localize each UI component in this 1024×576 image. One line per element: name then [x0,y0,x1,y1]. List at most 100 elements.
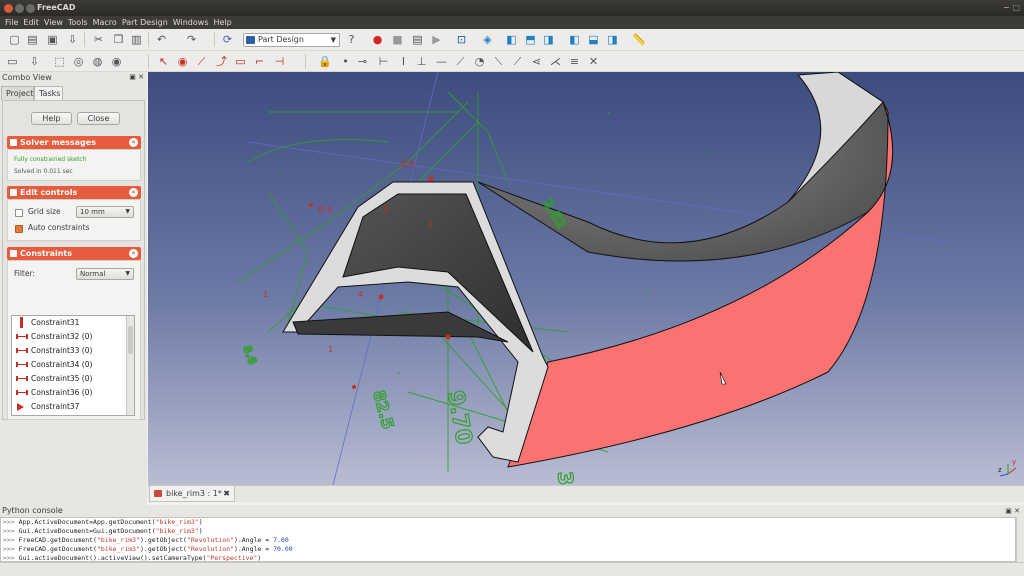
edit-sketch-icon[interactable]: ⇩ [28,55,41,68]
undo-icon[interactable]: ↶ [155,33,168,46]
line-icon[interactable]: ⟋ [195,55,208,68]
filter-dropdown[interactable]: Normal ▼ [76,268,134,280]
list-item[interactable]: Constraint32 (0) [15,330,92,343]
bottom-view-icon[interactable]: ⬓ [587,33,600,46]
constrain-tangent-icon[interactable]: — [435,55,448,68]
grid-size-label: Grid size [28,207,61,216]
list-item[interactable]: Constraint35 (0) [15,372,92,385]
constrain-lock-icon[interactable]: ⊣ [273,55,286,68]
groove-icon[interactable]: ◉ [110,55,123,68]
constrain-symmetric-icon[interactable]: ◔ [473,55,486,68]
constrain-point-icon[interactable]: 🔒 [318,55,332,68]
polyline-icon[interactable]: ⤴ [215,55,228,68]
constrain-perpendicular-icon[interactable]: ⊥ [415,55,428,68]
list-item[interactable]: Constraint36 (0) [15,386,92,399]
console-scrollbar[interactable] [1016,517,1024,562]
menu-windows[interactable]: Windows [173,18,209,27]
close-button[interactable]: Close [77,112,120,125]
tab-project[interactable]: Project [1,86,34,100]
fit-all-icon[interactable]: ⊡ [455,33,468,46]
refresh-icon[interactable]: ⟳ [221,33,234,46]
list-item[interactable]: Constraint33 (0) [15,344,92,357]
maximize-window-icon[interactable] [26,4,35,13]
edit-macro-icon[interactable]: ▤ [411,33,424,46]
constraints-header[interactable]: Constraints « [7,247,141,260]
new-icon[interactable]: ▢ [8,33,21,46]
constrain-coincident-icon[interactable]: • [339,55,352,68]
python-console[interactable]: >>> App.ActiveDocument=App.getDocument("… [0,517,1016,562]
auto-constraints-checkbox[interactable] [15,225,23,233]
run-macro-icon[interactable]: ▶ [430,33,443,46]
top-view-icon[interactable]: ⬒ [524,33,537,46]
close-tab-icon[interactable]: ✖ [223,486,230,501]
close-sketch-icon[interactable]: ✕ [587,55,600,68]
record-macro-icon[interactable]: ● [371,33,384,46]
solver-messages-header[interactable]: Solver messages « [7,136,141,149]
svg-text:y: y [1012,458,1016,466]
front-view-icon[interactable]: ◧ [505,33,518,46]
close-window-icon[interactable] [4,4,13,13]
rear-view-icon[interactable]: ◧ [568,33,581,46]
constrain-equal-icon[interactable]: ⟋ [454,55,467,68]
grid-size-checkbox[interactable] [15,209,23,217]
menu-part-design[interactable]: Part Design [122,18,168,27]
menu-view[interactable]: View [44,18,63,27]
list-scrollbar[interactable] [126,316,134,415]
grid-size-dropdown[interactable]: 10 mm ▼ [76,206,134,218]
left-view-icon[interactable]: ◨ [606,33,619,46]
menu-tools[interactable]: Tools [68,18,88,27]
new-sketch-icon[interactable]: ▭ [6,55,19,68]
save-as-icon[interactable]: ⇩ [66,33,79,46]
combo-view-title: Combo View [2,73,52,82]
constrain-distance-x-icon[interactable]: ⟋ [511,55,524,68]
revolution-icon[interactable]: ◍ [91,55,104,68]
pocket-icon[interactable]: ◎ [72,55,85,68]
right-view-icon[interactable]: ◨ [542,33,555,46]
list-item[interactable]: Constraint34 (0) [15,358,92,371]
menu-file[interactable]: File [5,18,18,27]
menu-edit[interactable]: Edit [23,18,39,27]
edit-controls-header[interactable]: Edit controls « [7,186,141,199]
constrain-angle-icon[interactable]: ≡ [568,55,581,68]
scrollbar-thumb[interactable] [128,326,133,354]
list-item[interactable]: Constraint31 [15,316,79,329]
constrain-horizontal-icon[interactable]: ⊸ [356,55,369,68]
constrain-distance-icon[interactable]: ⟍ [492,55,505,68]
pad-icon[interactable]: ⬚ [53,55,66,68]
help-button[interactable]: Help [31,112,72,125]
constrain-vertical-icon[interactable]: ⊢ [377,55,390,68]
paste-icon[interactable]: ▥ [130,33,143,46]
redo-icon[interactable]: ↷ [185,33,198,46]
3d-viewport[interactable]: Ø 8Ø 441121 9.70 82.5 325 8.6 2.62 yz [148,72,1024,485]
minimize-window-icon[interactable] [15,4,24,13]
rectangle-icon[interactable]: ▭ [234,55,247,68]
list-item[interactable]: Constraint37 [15,400,79,413]
collapse-icon[interactable]: « [129,249,138,258]
whats-this-icon[interactable]: ? [345,33,358,46]
constrain-distance-y-icon[interactable]: ⋖ [530,55,543,68]
isometric-view-icon[interactable]: ◈ [481,33,494,46]
constrain-radius-icon[interactable]: ⋌ [549,55,562,68]
menu-macro[interactable]: Macro [93,18,117,27]
dock-controls[interactable]: ▣ ✕ [129,73,144,81]
cut-icon[interactable]: ✂ [92,33,105,46]
arc-icon[interactable]: ⌐ [253,55,266,68]
measure-icon[interactable]: 📏 [632,33,646,46]
tab-tasks[interactable]: Tasks [34,86,63,100]
dock-controls[interactable]: ▣ ✕ [1005,505,1020,517]
copy-icon[interactable]: ❐ [112,33,125,46]
tab-document[interactable]: bike_rim3 : 1* ✖ [149,486,235,502]
open-icon[interactable]: ▤ [26,33,39,46]
stop-macro-icon[interactable]: ■ [391,33,404,46]
point-icon[interactable]: ↖ [157,55,170,68]
part-design-icon [246,36,255,44]
circle-icon[interactable]: ◉ [176,55,189,68]
collapse-icon[interactable]: « [129,188,138,197]
3d-scene[interactable]: Ø 8Ø 441121 9.70 82.5 325 8.6 2.62 yz [148,72,1024,485]
window-controls[interactable]: − □ [1003,0,1020,16]
workbench-selector[interactable]: Part Design ▼ [243,33,340,47]
collapse-icon[interactable]: « [129,138,138,147]
constrain-parallel-icon[interactable]: Ι [397,55,410,68]
menu-help[interactable]: Help [214,18,232,27]
save-icon[interactable]: ▣ [46,33,59,46]
